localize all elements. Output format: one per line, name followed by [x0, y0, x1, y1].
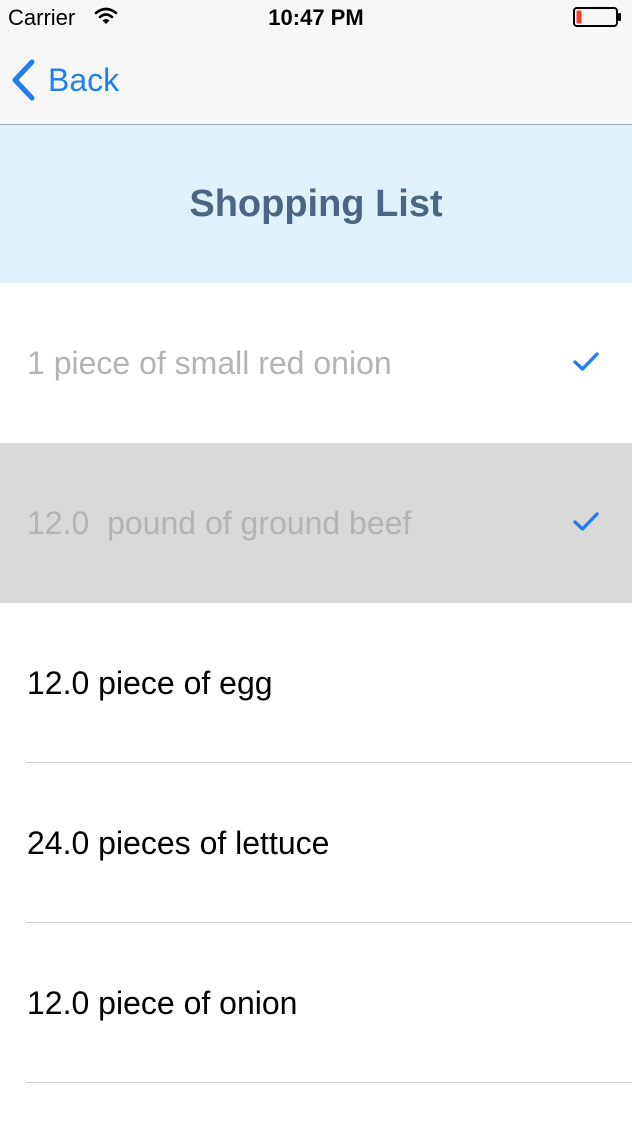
chevron-left-icon — [12, 59, 35, 101]
navigation-bar: Back — [0, 40, 632, 125]
list-item[interactable]: 1 piece of small red onion — [0, 283, 632, 443]
item-label: 12.0 piece of egg — [27, 665, 273, 701]
page-title: Shopping List — [189, 182, 443, 225]
list-item[interactable]: 12.0 pound of ground beef — [0, 443, 632, 603]
list-item[interactable]: 12.0 piece of onion — [0, 923, 632, 1083]
list-header: Shopping List — [0, 125, 632, 283]
checkmark-icon — [573, 352, 599, 371]
item-label: 24.0 pieces of lettuce — [27, 825, 330, 861]
row-divider — [26, 1082, 632, 1083]
item-label: 12.0 piece of onion — [27, 985, 298, 1021]
list-item[interactable]: 12.0 piece of egg — [0, 603, 632, 763]
checkmark-icon — [573, 512, 599, 531]
list-item[interactable]: 24.0 pieces of lettuce — [0, 763, 632, 923]
status-time: 10:47 PM — [268, 5, 364, 30]
back-button[interactable]: Back — [10, 56, 119, 104]
item-label: 1 piece of small red onion — [27, 345, 392, 381]
status-bar: Carrier 10:47 PM — [0, 0, 632, 40]
battery-low-icon — [573, 7, 621, 27]
back-label: Back — [48, 61, 120, 98]
item-label: 12.0 pound of ground beef — [27, 505, 412, 541]
shopping-list: 1 piece of small red onion 12.0 pound of… — [0, 283, 632, 1083]
